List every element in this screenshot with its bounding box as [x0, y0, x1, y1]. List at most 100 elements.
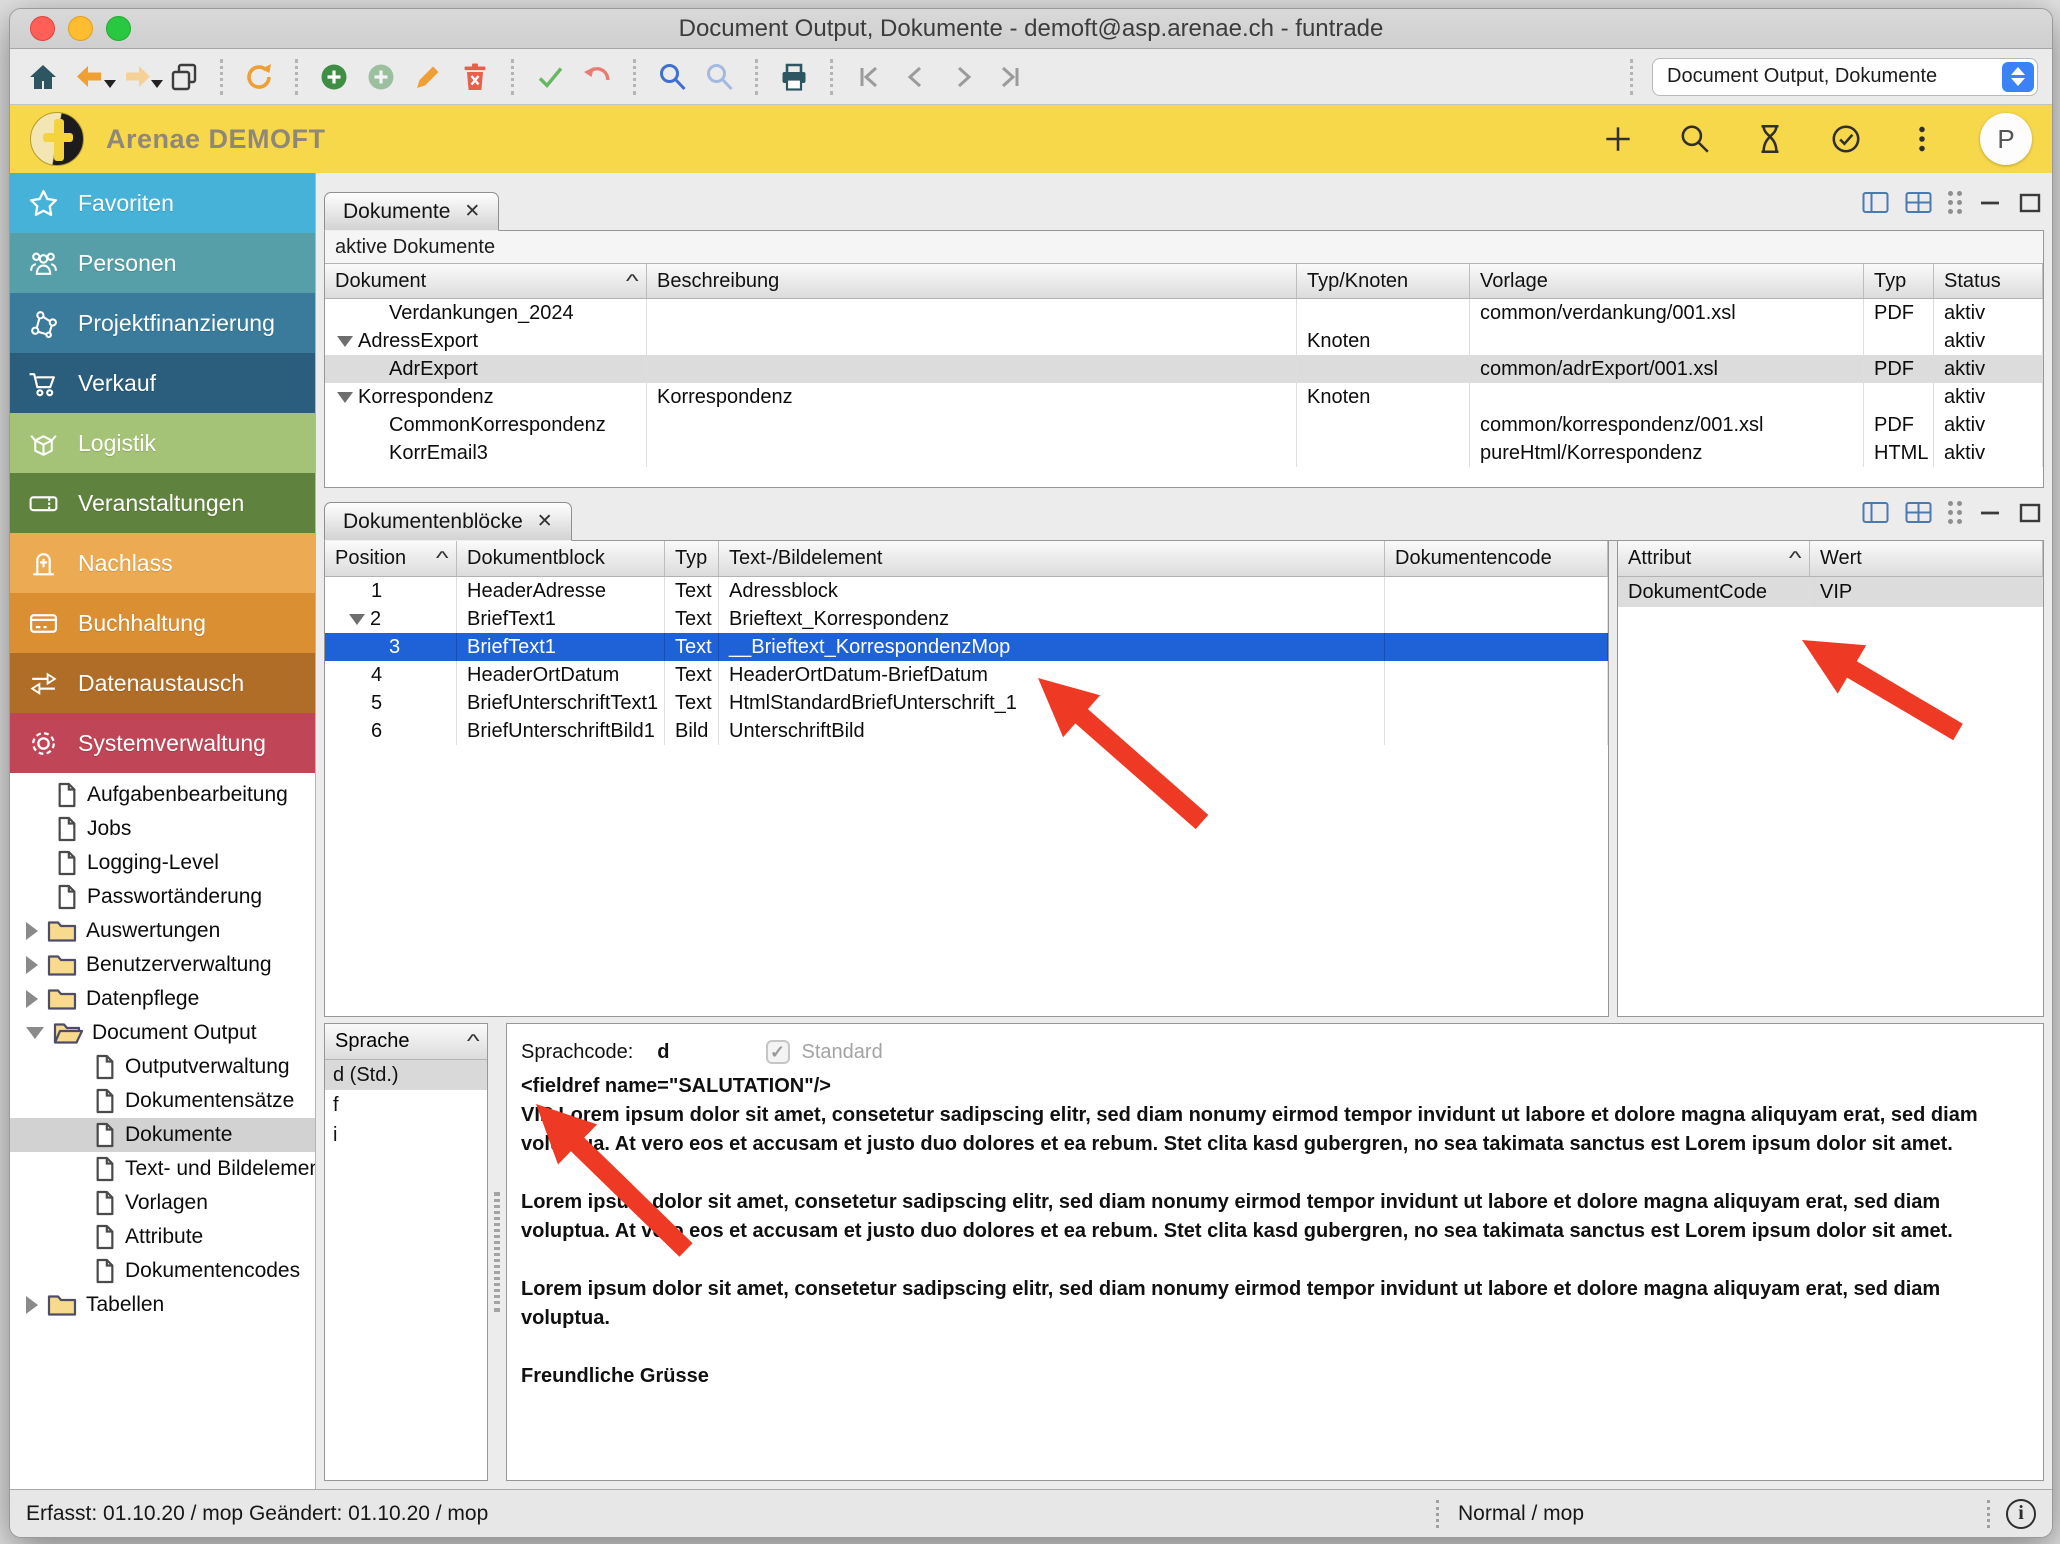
- documents-col-vorlage[interactable]: Vorlage: [1470, 264, 1864, 298]
- expand-icon[interactable]: [26, 922, 38, 940]
- undo-button[interactable]: [580, 60, 614, 94]
- collapse-icon[interactable]: [349, 614, 365, 625]
- tree-item-dokumentencodes[interactable]: Dokumentencodes: [10, 1254, 315, 1288]
- sidebar-item-nachlass[interactable]: Nachlass: [10, 533, 315, 593]
- add-button[interactable]: [317, 60, 351, 94]
- sidebar-item-projektfinanzierung[interactable]: Projektfinanzierung: [10, 293, 315, 353]
- blocks-col-typ[interactable]: Typ: [665, 541, 719, 576]
- maximize-panel-icon[interactable]: [2018, 502, 2042, 524]
- sidebar-item-veranstaltungen[interactable]: Veranstaltungen: [10, 473, 315, 533]
- kebab-menu-icon[interactable]: [1904, 121, 1940, 157]
- split-grid-icon[interactable]: [1905, 191, 1932, 214]
- sidebar-item-verkauf[interactable]: Verkauf: [10, 353, 315, 413]
- tree-item-benutzerverwaltung[interactable]: Benutzerverwaltung: [10, 948, 315, 982]
- tab-dokumentenbloecke[interactable]: Dokumentenblöcke ✕: [324, 502, 572, 541]
- maximize-panel-icon[interactable]: [2018, 192, 2042, 214]
- expand-icon[interactable]: [26, 990, 38, 1008]
- blocks-row-3[interactable]: 3BriefText1Text__Brieftext_Korrespondenz…: [325, 633, 1608, 661]
- search-again-button[interactable]: [702, 60, 736, 94]
- add-copy-button[interactable]: [364, 60, 398, 94]
- tree-item-passwort-nderung[interactable]: Passwortänderung: [10, 880, 315, 914]
- blocks-row-6[interactable]: 6BriefUnterschriftBild1BildUnterschriftB…: [325, 717, 1608, 745]
- tree-item-logging-level[interactable]: Logging-Level: [10, 846, 315, 880]
- tree-item-document-output[interactable]: Document Output: [10, 1016, 315, 1050]
- standard-checkbox[interactable]: ✓: [766, 1040, 790, 1064]
- tree-item-dokumente[interactable]: Dokumente: [10, 1118, 315, 1152]
- minimize-panel-icon[interactable]: [1978, 502, 2002, 524]
- tree-item-aufgabenbearbeitung[interactable]: Aufgabenbearbeitung: [10, 778, 315, 812]
- tree-item-tabellen[interactable]: Tabellen: [10, 1288, 315, 1322]
- edit-pencil-button[interactable]: [411, 60, 445, 94]
- collapse-icon[interactable]: [337, 336, 353, 347]
- sidebar-item-buchhaltung[interactable]: Buchhaltung: [10, 593, 315, 653]
- add-icon[interactable]: [1600, 121, 1636, 157]
- documents-col-typ-knoten[interactable]: Typ/Knoten: [1297, 264, 1470, 298]
- user-avatar[interactable]: P: [1980, 113, 2032, 165]
- collapse-icon[interactable]: [26, 1027, 44, 1039]
- first-record-button[interactable]: [852, 60, 886, 94]
- check-circle-icon[interactable]: [1828, 121, 1864, 157]
- close-tab-icon[interactable]: ✕: [537, 510, 553, 533]
- minimize-panel-icon[interactable]: [1978, 192, 2002, 214]
- last-record-button[interactable]: [993, 60, 1027, 94]
- previous-record-button[interactable]: [899, 60, 933, 94]
- collapse-icon[interactable]: [337, 392, 353, 403]
- hourglass-icon[interactable]: [1752, 121, 1788, 157]
- drag-handle-icon[interactable]: [1948, 191, 1962, 214]
- language-header[interactable]: Sprache ^: [325, 1024, 487, 1060]
- expand-icon[interactable]: [26, 956, 38, 974]
- blocks-row-1[interactable]: 1HeaderAdresseTextAdressblock: [325, 577, 1608, 605]
- documents-row-korremail3[interactable]: KorrEmail3pureHtml/KorrespondenzHTMLakti…: [325, 439, 2043, 467]
- blocks-row-5[interactable]: 5BriefUnterschriftText1TextHtmlStandardB…: [325, 689, 1608, 717]
- split-horizontal-icon[interactable]: [1862, 191, 1889, 214]
- drag-handle-icon[interactable]: [1948, 501, 1962, 524]
- select-stepper-icon[interactable]: [2002, 62, 2034, 92]
- home-button[interactable]: [26, 60, 60, 94]
- language-item-d-std[interactable]: d (Std.): [325, 1060, 487, 1090]
- back-button[interactable]: [73, 60, 107, 94]
- context-select[interactable]: Document Output, Dokumente: [1652, 58, 2038, 96]
- search-icon[interactable]: [1676, 121, 1712, 157]
- tree-item-datenpflege[interactable]: Datenpflege: [10, 982, 315, 1016]
- print-button[interactable]: [777, 60, 811, 94]
- documents-row-verdankungen-2024[interactable]: Verdankungen_2024common/verdankung/001.x…: [325, 299, 2043, 327]
- delete-trash-button[interactable]: [458, 60, 492, 94]
- tree-item-jobs[interactable]: Jobs: [10, 812, 315, 846]
- blocks-col-dokumentencode[interactable]: Dokumentencode: [1385, 541, 1608, 576]
- documents-col-status[interactable]: Status: [1934, 264, 2043, 298]
- windows-icon[interactable]: [167, 60, 201, 94]
- sidebar-item-systemverwaltung[interactable]: Systemverwaltung: [10, 713, 315, 773]
- sidebar-item-logistik[interactable]: Logistik: [10, 413, 315, 473]
- split-grid-icon[interactable]: [1905, 501, 1932, 524]
- documents-row-adressexport[interactable]: AdressExportKnotenaktiv: [325, 327, 2043, 355]
- next-record-button[interactable]: [946, 60, 980, 94]
- documents-row-adrexport[interactable]: AdrExportcommon/adrExport/001.xslPDFakti…: [325, 355, 2043, 383]
- documents-col-typ[interactable]: Typ: [1864, 264, 1934, 298]
- tree-item-vorlagen[interactable]: Vorlagen: [10, 1186, 315, 1220]
- attribute-col-wert[interactable]: Wert: [1810, 541, 2043, 576]
- attribute-row-dokumentcode[interactable]: DokumentCodeVIP: [1618, 577, 2043, 607]
- blocks-row-4[interactable]: 4HeaderOrtDatumTextHeaderOrtDatum-BriefD…: [325, 661, 1608, 689]
- tree-item-outputverwaltung[interactable]: Outputverwaltung: [10, 1050, 315, 1084]
- documents-col-dokument[interactable]: Dokument^: [325, 264, 647, 298]
- tree-item-dokumentens-tze[interactable]: Dokumentensätze: [10, 1084, 315, 1118]
- back-dropdown-icon[interactable]: [104, 80, 116, 88]
- blocks-row-2[interactable]: 2BriefText1TextBrieftext_Korrespondenz: [325, 605, 1608, 633]
- blocks-col-dokumentblock[interactable]: Dokumentblock: [457, 541, 665, 576]
- search-button[interactable]: [655, 60, 689, 94]
- vertical-splitter[interactable]: [488, 1023, 506, 1481]
- split-horizontal-icon[interactable]: [1862, 501, 1889, 524]
- language-item-f[interactable]: f: [325, 1090, 487, 1120]
- sidebar-item-datenaustausch[interactable]: Datenaustausch: [10, 653, 315, 713]
- documents-row-korrespondenz[interactable]: KorrespondenzKorrespondenzKnotenaktiv: [325, 383, 2043, 411]
- expand-icon[interactable]: [26, 1296, 38, 1314]
- blocks-col-position[interactable]: Position^: [325, 541, 457, 576]
- refresh-button[interactable]: [242, 60, 276, 94]
- forward-dropdown-icon[interactable]: [151, 80, 163, 88]
- tree-item-attribute[interactable]: Attribute: [10, 1220, 315, 1254]
- sidebar-item-personen[interactable]: Personen: [10, 233, 315, 293]
- info-icon[interactable]: i: [2006, 1499, 2036, 1529]
- block-text-content[interactable]: <fieldref name="SALUTATION"/> VIP Lorem …: [521, 1072, 2029, 1391]
- forward-button[interactable]: [120, 60, 154, 94]
- tree-item-text-und-bildelemente[interactable]: Text- und Bildelemente: [10, 1152, 315, 1186]
